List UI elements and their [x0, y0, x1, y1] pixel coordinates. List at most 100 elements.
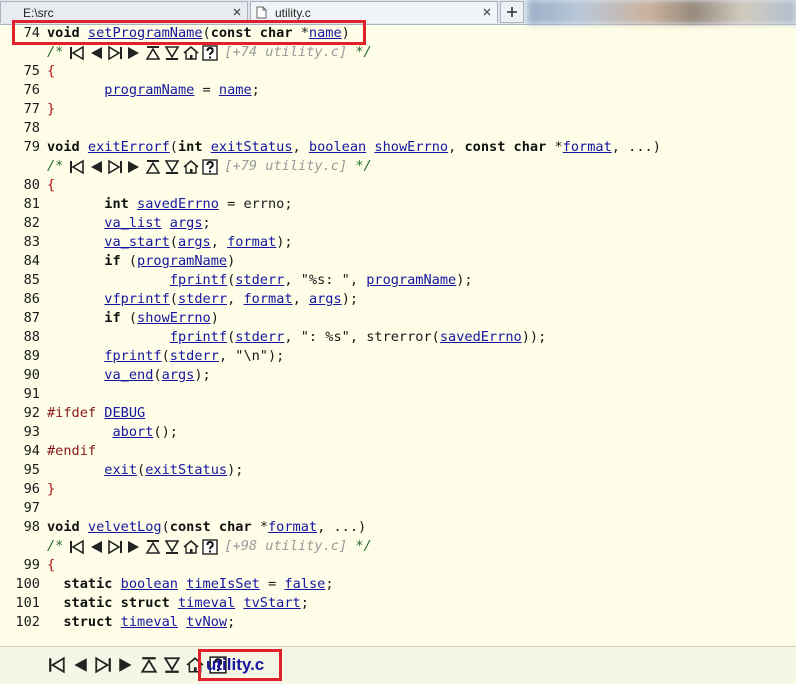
nav-first-icon[interactable] [69, 159, 85, 175]
code-token: , "\n"); [218, 348, 285, 364]
tab-utility-c[interactable]: utility.c [250, 1, 498, 23]
identifier-link[interactable]: timeval [178, 595, 235, 611]
help-icon[interactable] [202, 44, 219, 61]
identifier-link[interactable]: timeval [121, 614, 178, 630]
identifier-link[interactable]: va_start [104, 234, 169, 250]
code-text: fprintf(stderr, ": %s", strerror(savedEr… [47, 328, 547, 347]
nav-prev-icon[interactable] [88, 159, 104, 175]
nav-next-icon[interactable] [126, 45, 142, 61]
nav-first-icon[interactable] [48, 656, 66, 674]
home-icon[interactable] [186, 656, 204, 674]
help-icon[interactable] [202, 158, 219, 175]
identifier-link[interactable]: args [170, 215, 203, 231]
identifier-link[interactable]: args [309, 291, 342, 307]
identifier-link[interactable]: setProgramName [88, 25, 203, 41]
line-number: 93 [23, 424, 40, 440]
code-text: int savedErrno = errno; [47, 195, 292, 214]
identifier-link[interactable]: programName [366, 272, 456, 288]
nav-up-icon[interactable] [145, 45, 161, 61]
identifier-link[interactable]: boolean [121, 576, 178, 592]
close-icon[interactable] [481, 6, 493, 18]
identifier-link[interactable]: exitStatus [211, 139, 293, 155]
identifier-link[interactable]: tvNow [186, 614, 227, 630]
nav-next-icon[interactable] [126, 539, 142, 555]
code-token: = [259, 576, 285, 592]
identifier-link[interactable]: savedErrno [137, 196, 219, 212]
nav-last-icon[interactable] [107, 45, 123, 61]
identifier-link[interactable]: abort [112, 424, 153, 440]
nav-prev-icon[interactable] [71, 656, 89, 674]
identifier-link[interactable]: name [219, 82, 252, 98]
identifier-link[interactable]: vfprintf [104, 291, 169, 307]
nav-next-icon[interactable] [117, 656, 135, 674]
nav-up-icon[interactable] [140, 656, 158, 674]
code-token: ( [128, 310, 138, 326]
line-number: 80 [23, 177, 40, 193]
nav-last-icon[interactable] [94, 656, 112, 674]
identifier-link[interactable]: exit [104, 462, 137, 478]
nav-down-icon[interactable] [164, 159, 180, 175]
home-icon[interactable] [183, 539, 199, 555]
identifier-link[interactable]: false [284, 576, 325, 592]
identifier-link[interactable]: exitErrorf [88, 139, 170, 155]
identifier-link[interactable]: va_list [104, 215, 161, 231]
identifier-link[interactable]: timeIsSet [186, 576, 260, 592]
nav-down-icon[interactable] [164, 45, 180, 61]
identifier-link[interactable]: stderr [178, 291, 227, 307]
code-token: ( [128, 253, 138, 269]
nav-prev-icon[interactable] [88, 539, 104, 555]
file-line-reference[interactable]: [+79 utility.c] [224, 157, 347, 176]
identifier-link[interactable]: args [178, 234, 211, 250]
identifier-link[interactable]: DEBUG [104, 405, 145, 421]
identifier-link[interactable]: stderr [170, 348, 219, 364]
current-file-name[interactable]: utility.c [206, 655, 264, 675]
identifier-link[interactable]: va_end [104, 367, 153, 383]
identifier-link[interactable]: format [268, 519, 317, 535]
code-line: 76 programName = name; [0, 81, 260, 100]
identifier-link[interactable]: format [243, 291, 292, 307]
nav-down-icon[interactable] [163, 656, 181, 674]
new-tab-button[interactable] [500, 1, 524, 23]
nav-last-icon[interactable] [107, 539, 123, 555]
line-number: 99 [23, 557, 40, 573]
nav-last-icon[interactable] [107, 159, 123, 175]
identifier-link[interactable]: format [563, 139, 612, 155]
identifier-link[interactable]: tvStart [243, 595, 300, 611]
identifier-link[interactable]: savedErrno [440, 329, 522, 345]
nav-prev-icon[interactable] [88, 45, 104, 61]
nav-down-icon[interactable] [164, 539, 180, 555]
identifier-link[interactable]: showErrno [374, 139, 448, 155]
tab-src-folder[interactable]: E:\src [0, 1, 248, 23]
identifier-link[interactable]: velvetLog [88, 519, 162, 535]
help-icon[interactable] [202, 538, 219, 555]
identifier-link[interactable]: name [309, 25, 342, 41]
nav-first-icon[interactable] [69, 45, 85, 61]
identifier-link[interactable]: args [162, 367, 195, 383]
identifier-link[interactable]: fprintf [104, 348, 161, 364]
nav-up-icon[interactable] [145, 539, 161, 555]
identifier-link[interactable]: fprintf [170, 272, 227, 288]
identifier-link[interactable]: exitStatus [145, 462, 227, 478]
identifier-link[interactable]: stderr [235, 329, 284, 345]
identifier-link[interactable]: stderr [235, 272, 284, 288]
close-icon[interactable] [231, 6, 243, 18]
identifier-link[interactable]: format [227, 234, 276, 250]
home-icon[interactable] [183, 45, 199, 61]
file-line-reference[interactable]: [+74 utility.c] [224, 43, 347, 62]
code-text: static struct timeval tvStart; [47, 594, 309, 613]
source-code-view[interactable]: 74 void setProgramName(const char *name) /… [0, 24, 796, 646]
nav-next-icon[interactable] [126, 159, 142, 175]
home-icon[interactable] [183, 159, 199, 175]
code-line: 94 #endif [0, 442, 96, 461]
code-line: 102 struct timeval tvNow; [0, 613, 235, 632]
file-line-reference[interactable]: [+98 utility.c] [224, 537, 347, 556]
line-number: 90 [23, 367, 40, 383]
identifier-link[interactable]: showErrno [137, 310, 211, 326]
code-line: 84 if (programName) [0, 252, 236, 271]
nav-up-icon[interactable] [145, 159, 161, 175]
identifier-link[interactable]: fprintf [170, 329, 227, 345]
identifier-link[interactable]: programName [104, 82, 194, 98]
nav-first-icon[interactable] [69, 539, 85, 555]
identifier-link[interactable]: programName [137, 253, 227, 269]
identifier-link[interactable]: boolean [309, 139, 366, 155]
